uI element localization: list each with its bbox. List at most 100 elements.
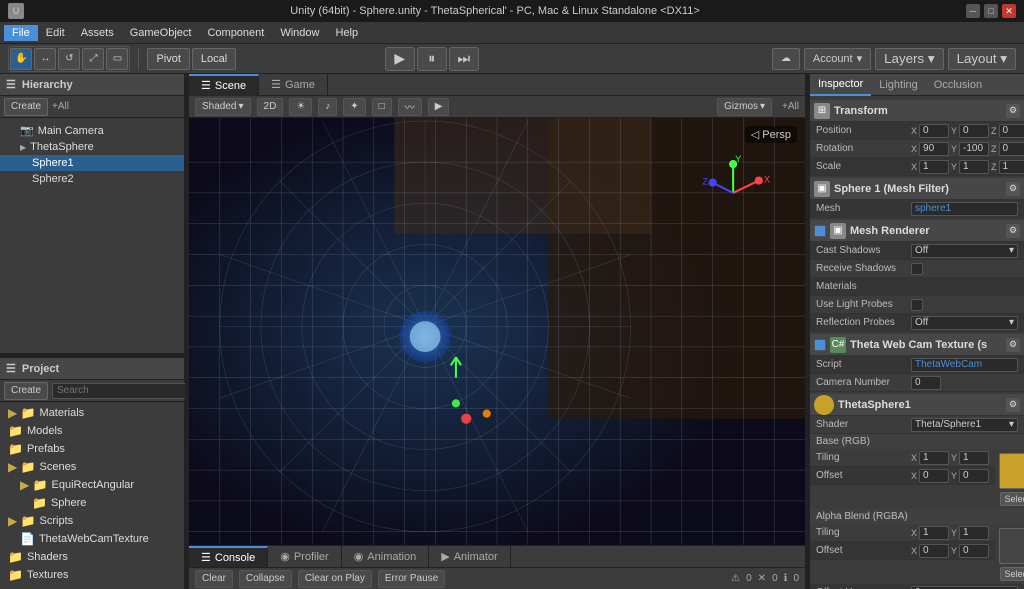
base-select-btn[interactable]: Select: [1000, 492, 1024, 506]
scene-skybox-btn[interactable]: □: [372, 98, 392, 116]
hier-item-sphere1[interactable]: Sphere1: [0, 155, 184, 171]
theta-webcam-header[interactable]: C# Theta Web Cam Texture (s ⚙: [810, 334, 1024, 356]
base-tiling-y[interactable]: 1: [959, 451, 989, 465]
script-value-field[interactable]: ThetaWebCam: [911, 358, 1018, 372]
hierarchy-create-btn[interactable]: Create: [4, 98, 48, 116]
alpha-offset-x[interactable]: 0: [919, 544, 949, 558]
console-error-pause-btn[interactable]: Error Pause: [378, 570, 445, 588]
animation-tab[interactable]: ◉ Animation: [342, 546, 430, 568]
base-offset-y[interactable]: 0: [959, 469, 989, 483]
offset-u-field[interactable]: 0: [911, 586, 1018, 589]
hier-item-theta-sphere[interactable]: ▶ ThetaSphere: [0, 139, 184, 155]
close-button[interactable]: ✕: [1002, 4, 1016, 18]
tool-w[interactable]: ↔: [34, 48, 56, 70]
pos-z-field[interactable]: 0: [999, 124, 1024, 138]
mesh-renderer-settings-icon[interactable]: ⚙: [1006, 224, 1020, 238]
hier-item-main-camera[interactable]: 📷 Main Camera: [0, 122, 184, 139]
hier-item-sphere2[interactable]: Sphere2: [0, 171, 184, 187]
scene-light-btn[interactable]: ☀: [289, 98, 312, 116]
alpha-select-btn[interactable]: Select: [1000, 567, 1024, 581]
scale-z-field[interactable]: 1: [999, 160, 1024, 174]
tool-t[interactable]: ▭: [106, 48, 128, 70]
scene-fx-btn[interactable]: ✦: [343, 98, 365, 116]
scene-audio-btn[interactable]: ♪: [318, 98, 337, 116]
scene-tab[interactable]: ☰ Scene: [189, 74, 259, 96]
mesh-renderer-checkbox[interactable]: [814, 225, 826, 237]
console-clear-on-play-btn[interactable]: Clear on Play: [298, 570, 372, 588]
theta-sphere-settings-icon[interactable]: ⚙: [1006, 398, 1020, 412]
layers-button[interactable]: Layers ▾: [875, 48, 943, 70]
proj-prefabs[interactable]: 📁 Prefabs: [0, 440, 184, 458]
minimize-button[interactable]: ─: [966, 4, 980, 18]
pivot-button[interactable]: Pivot: [147, 48, 189, 70]
menu-help[interactable]: Help: [327, 25, 366, 41]
receive-shadows-checkbox[interactable]: [911, 263, 923, 275]
menu-file[interactable]: File: [4, 25, 38, 41]
game-tab[interactable]: ☰ Game: [259, 74, 328, 96]
menu-gameobject[interactable]: GameObject: [122, 25, 200, 41]
menu-component[interactable]: Component: [199, 25, 272, 41]
lighting-tab[interactable]: Lighting: [871, 74, 926, 96]
scene-fog-btn[interactable]: 〰: [398, 98, 422, 116]
reflection-probes-dropdown[interactable]: Off ▾: [911, 316, 1018, 330]
theta-webcam-settings-icon[interactable]: ⚙: [1006, 338, 1020, 352]
alpha-tiling-x[interactable]: 1: [919, 526, 949, 540]
account-button[interactable]: Account ▾: [804, 48, 871, 70]
proj-theta-webcam[interactable]: 📄 ThetaWebCamTexture: [0, 530, 184, 548]
scene-ani-btn[interactable]: ▶: [428, 98, 450, 116]
menu-assets[interactable]: Assets: [73, 25, 122, 41]
pos-x-field[interactable]: 0: [919, 124, 949, 138]
profiler-tab[interactable]: ◉ Profiler: [268, 546, 341, 568]
mesh-filter-settings-icon[interactable]: ⚙: [1006, 182, 1020, 196]
pause-button[interactable]: ⏸: [417, 47, 447, 71]
console-tab[interactable]: ☰ Console: [189, 546, 268, 568]
local-button[interactable]: Local: [192, 48, 236, 70]
menu-edit[interactable]: Edit: [38, 25, 73, 41]
pos-y-field[interactable]: 0: [959, 124, 989, 138]
viewport[interactable]: X Y Z ◁ Persp: [189, 118, 805, 545]
cast-shadows-dropdown[interactable]: Off ▾: [911, 244, 1018, 258]
proj-sphere[interactable]: 📁 Sphere: [0, 494, 184, 512]
console-clear-btn[interactable]: Clear: [195, 570, 233, 588]
shaded-button[interactable]: Shaded ▾: [195, 98, 251, 116]
rot-x-field[interactable]: 90: [919, 142, 949, 156]
proj-shaders[interactable]: 📁 Shaders: [0, 548, 184, 566]
menu-window[interactable]: Window: [272, 25, 327, 41]
animator-tab[interactable]: ▶ Animator: [429, 546, 511, 568]
occlusion-tab[interactable]: Occlusion: [926, 74, 990, 96]
alpha-offset-y[interactable]: 0: [959, 544, 989, 558]
camera-number-field[interactable]: 0: [911, 376, 941, 390]
use-light-probes-checkbox[interactable]: [911, 299, 923, 311]
twod-button[interactable]: 2D: [257, 98, 284, 116]
scale-x-field[interactable]: 1: [919, 160, 949, 174]
rot-z-field[interactable]: 0: [999, 142, 1024, 156]
proj-scripts[interactable]: ▶ 📁 Scripts: [0, 512, 184, 530]
proj-models[interactable]: 📁 Models: [0, 422, 184, 440]
tool-q[interactable]: ✋: [10, 48, 32, 70]
project-search-input[interactable]: [52, 383, 194, 399]
proj-materials[interactable]: ▶ 📁 Materials: [0, 404, 184, 422]
gizmos-button[interactable]: Gizmos ▾: [717, 98, 772, 116]
theta-webcam-checkbox[interactable]: [814, 339, 826, 351]
project-create-btn[interactable]: Create: [4, 382, 48, 400]
cloud-button[interactable]: ☁: [772, 48, 800, 70]
transform-header[interactable]: ⊞ Transform ⚙: [810, 100, 1024, 122]
base-offset-x[interactable]: 0: [919, 469, 949, 483]
rot-y-field[interactable]: -100: [959, 142, 989, 156]
tool-e[interactable]: ↺: [58, 48, 80, 70]
inspector-tab[interactable]: Inspector: [810, 74, 871, 96]
step-button[interactable]: ⏭: [449, 47, 479, 71]
proj-textures[interactable]: 📁 Textures: [0, 566, 184, 584]
proj-equirect[interactable]: ▶ 📁 EquiRectAngular: [0, 476, 184, 494]
proj-scenes[interactable]: ▶ 📁 Scenes: [0, 458, 184, 476]
theta-sphere-header[interactable]: ThetaSphere1 ⚙: [810, 394, 1024, 416]
alpha-tiling-y[interactable]: 1: [959, 526, 989, 540]
mesh-renderer-header[interactable]: ▣ Mesh Renderer ⚙: [810, 220, 1024, 242]
layout-button[interactable]: Layout ▾: [948, 48, 1016, 70]
console-collapse-btn[interactable]: Collapse: [239, 570, 292, 588]
scale-y-field[interactable]: 1: [959, 160, 989, 174]
tool-r[interactable]: ⤢: [82, 48, 104, 70]
base-tiling-x[interactable]: 1: [919, 451, 949, 465]
mesh-filter-header[interactable]: ▣ Sphere 1 (Mesh Filter) ⚙: [810, 178, 1024, 200]
transform-settings-icon[interactable]: ⚙: [1006, 104, 1020, 118]
